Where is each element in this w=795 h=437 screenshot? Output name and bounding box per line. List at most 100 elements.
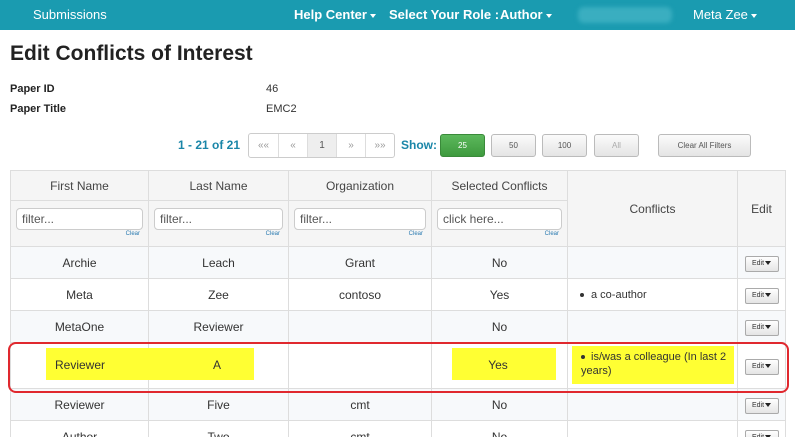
organization-cell: Grant [288, 246, 432, 279]
table-row: Meta Zee contoso Yes a co-author Edit [10, 278, 786, 311]
organization-cell: cmt [288, 388, 432, 421]
filter-cell-organization: Clear [288, 200, 432, 247]
filter-cell-first-name: Clear [10, 200, 149, 247]
table-row: Reviewer Five cmt No Edit [10, 388, 786, 421]
show-100-button[interactable]: 100 [542, 134, 587, 157]
clear-organization-filter[interactable]: Clear [294, 231, 426, 237]
edit-label: Edit [751, 259, 765, 267]
edit-label: Edit [751, 401, 765, 409]
selected-conflicts-cell: No [431, 388, 568, 421]
conflicts-cell [567, 388, 738, 421]
show-50-button[interactable]: 50 [491, 134, 536, 157]
paper-title-value: EMC2 [266, 103, 297, 115]
table-row: Archie Leach Grant No Edit [10, 246, 786, 279]
col-last-name[interactable]: Last Name [148, 170, 289, 201]
bullet-icon [580, 292, 584, 297]
table-row: MetaOne Reviewer No Edit [10, 310, 786, 343]
filter-cell-selected-conflicts: Clear [431, 200, 568, 247]
nav-submissions[interactable]: Submissions [33, 0, 107, 30]
last-name-cell: Five [148, 388, 289, 421]
edit-cell: Edit [737, 246, 786, 279]
selected-conflicts-cell: No [431, 420, 568, 437]
last-name-cell: Reviewer [148, 310, 289, 343]
edit-cell: Edit [737, 420, 786, 437]
prev-page-button[interactable]: « [278, 134, 307, 157]
col-first-name[interactable]: First Name [10, 170, 149, 201]
user-menu[interactable]: Meta Zee [693, 0, 757, 30]
last-name-cell: Two [148, 420, 289, 437]
edit-label: Edit [751, 433, 765, 437]
organization-cell: cmt [288, 420, 432, 437]
selected-conflicts-cell: No [431, 310, 568, 343]
first-page-button[interactable]: «« [249, 134, 278, 157]
edit-dropdown-button[interactable]: Edit [744, 397, 779, 414]
edit-cell: Edit [737, 388, 786, 421]
first-name-cell: Reviewer [10, 388, 149, 421]
paper-id-label: Paper ID [10, 83, 55, 95]
organization-cell: contoso [288, 278, 432, 311]
nav-help-center[interactable]: Help Center [294, 0, 376, 30]
clear-last-name-filter[interactable]: Clear [154, 231, 283, 237]
filter-cell-last-name: Clear [148, 200, 289, 247]
chevron-down-icon [765, 402, 772, 407]
col-organization[interactable]: Organization [288, 170, 432, 201]
chevron-down-icon [750, 13, 757, 18]
last-name-cell: Leach [148, 246, 289, 279]
edit-label: Edit [751, 323, 765, 331]
pagination: «« « 1 » »» [248, 133, 395, 158]
chevron-down-icon [765, 260, 772, 265]
last-name-filter-input[interactable] [154, 208, 283, 230]
result-range: 1 - 21 of 21 [178, 138, 241, 152]
edit-label: Edit [751, 291, 765, 299]
first-name-cell: Author [10, 420, 149, 437]
red-outline-annotation [8, 342, 789, 393]
role-label: Author [500, 7, 543, 22]
next-page-button[interactable]: » [336, 134, 365, 157]
help-center-label: Help Center [294, 7, 367, 22]
show-all-button[interactable]: All [594, 134, 639, 157]
selected-conflicts-cell: Yes [431, 278, 568, 311]
col-selected-conflicts[interactable]: Selected Conflicts [431, 170, 568, 201]
current-page-button[interactable]: 1 [307, 134, 336, 157]
first-name-cell: Archie [10, 246, 149, 279]
table-row: Author Two cmt No Edit [10, 420, 786, 437]
conflicts-cell [567, 310, 738, 343]
conflicts-cell [567, 420, 738, 437]
edit-dropdown-button[interactable]: Edit [744, 319, 779, 336]
conflicts-cell [567, 246, 738, 279]
top-navbar: Submissions Help Center Select Your Role… [0, 0, 795, 30]
clear-first-name-filter[interactable]: Clear [16, 231, 143, 237]
chevron-down-icon [765, 324, 772, 329]
organization-filter-input[interactable] [294, 208, 426, 230]
select-role-label: Select Your Role : [389, 7, 500, 22]
conflicts-cell: a co-author [567, 278, 738, 311]
selected-conflicts-cell: No [431, 246, 568, 279]
conflict-item: a co-author [591, 288, 647, 301]
organization-cell [288, 310, 432, 343]
edit-cell: Edit [737, 278, 786, 311]
edit-dropdown-button[interactable]: Edit [744, 255, 779, 272]
last-name-cell: Zee [148, 278, 289, 311]
conflicts-table: First Name Last Name Organization Select… [10, 170, 786, 437]
clear-selected-conflicts-filter[interactable]: Clear [437, 231, 562, 237]
first-name-filter-input[interactable] [16, 208, 143, 230]
col-edit: Edit [737, 170, 786, 247]
clear-all-filters-button[interactable]: Clear All Filters [658, 134, 751, 157]
selected-conflicts-filter-input[interactable] [437, 208, 562, 230]
last-page-button[interactable]: »» [365, 134, 394, 157]
edit-cell: Edit [737, 310, 786, 343]
col-conflicts: Conflicts [567, 170, 738, 247]
user-name: Meta Zee [693, 7, 748, 22]
show-25-button[interactable]: 25 [440, 134, 485, 157]
role-dropdown[interactable]: Author [500, 0, 552, 30]
paper-id-value: 46 [266, 83, 279, 95]
first-name-cell: MetaOne [10, 310, 149, 343]
paper-title-label: Paper Title [10, 103, 67, 115]
edit-dropdown-button[interactable]: Edit [744, 287, 779, 304]
edit-dropdown-button[interactable]: Edit [744, 429, 779, 437]
show-label: Show: [401, 138, 437, 152]
chevron-down-icon [765, 292, 772, 297]
page-title: Edit Conflicts of Interest [10, 42, 253, 65]
blurred-region [578, 7, 672, 23]
chevron-down-icon [369, 13, 376, 18]
